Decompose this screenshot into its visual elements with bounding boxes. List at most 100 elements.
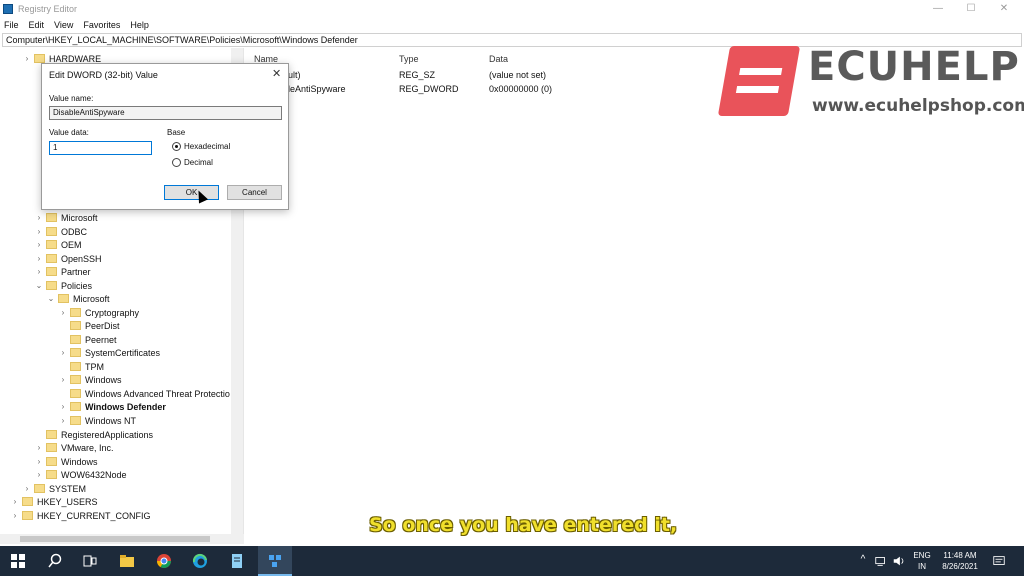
tree-item[interactable]: › HKEY_USERS xyxy=(10,495,98,508)
minimize-button[interactable]: — xyxy=(922,0,954,17)
tree-item-label: Windows xyxy=(85,374,122,385)
menu-edit[interactable]: Edit xyxy=(29,20,45,30)
tree-item[interactable]: › VMware, Inc. xyxy=(34,441,114,454)
value-row-name[interactable]: ult) xyxy=(288,70,301,80)
tree-item[interactable]: › SYSTEM xyxy=(22,482,86,495)
tree-item[interactable]: › Cryptography xyxy=(58,306,139,319)
tree-item[interactable]: › Partner xyxy=(34,265,91,278)
action-center-icon[interactable] xyxy=(992,553,1006,569)
volume-icon[interactable] xyxy=(892,553,906,569)
dialog-close-icon[interactable]: ✕ xyxy=(272,67,281,80)
value-name-label: Value name: xyxy=(49,94,94,103)
decimal-label: Decimal xyxy=(184,158,213,167)
tree-item[interactable]: Peernet xyxy=(58,333,117,346)
tree-item-label: ODBC xyxy=(61,226,88,237)
tree-item[interactable]: ⌄ Microsoft xyxy=(46,292,110,305)
tree-item-label: Cryptography xyxy=(85,307,140,318)
hexadecimal-radio[interactable]: Hexadecimal xyxy=(172,142,230,151)
folder-icon xyxy=(34,54,45,63)
folder-icon xyxy=(70,375,81,384)
ok-button[interactable]: OK xyxy=(164,185,219,200)
notepad-icon[interactable] xyxy=(229,553,245,569)
chevron-right-icon[interactable]: › xyxy=(34,213,44,222)
chevron-right-icon[interactable]: › xyxy=(58,308,68,317)
task-view-icon[interactable] xyxy=(82,553,98,569)
value-name-field[interactable]: DisableAntiSpyware xyxy=(49,106,282,120)
column-header-data[interactable]: Data xyxy=(489,54,508,64)
chevron-right-icon[interactable]: › xyxy=(34,240,44,249)
chevron-down-icon[interactable]: ⌄ xyxy=(34,281,44,290)
clock[interactable]: 11:48 AM 8/26/2021 xyxy=(938,550,982,572)
chevron-right-icon[interactable]: › xyxy=(34,443,44,452)
chevron-right-icon[interactable]: › xyxy=(58,375,68,384)
tree-item[interactable]: Windows Advanced Threat Protectio xyxy=(58,387,230,400)
tree-item[interactable]: › Windows xyxy=(34,455,98,468)
start-windows-icon[interactable] xyxy=(10,553,26,569)
radio-selected-icon xyxy=(172,142,181,151)
maximize-button[interactable]: ☐ xyxy=(955,0,987,17)
tree-item-label: WOW6432Node xyxy=(61,469,127,480)
tree-item[interactable]: › OpenSSH xyxy=(34,252,102,265)
folder-icon xyxy=(46,443,57,452)
tree-item-label: PeerDist xyxy=(85,320,120,331)
tree-item[interactable]: › WOW6432Node xyxy=(34,468,127,481)
chevron-right-icon[interactable]: › xyxy=(58,416,68,425)
tree-item[interactable]: › Windows NT xyxy=(58,414,136,427)
menu-file[interactable]: File xyxy=(4,20,19,30)
tree-item-label: OpenSSH xyxy=(61,253,102,264)
value-data-label: Value data: xyxy=(49,128,89,137)
value-data-input[interactable]: 1 xyxy=(49,141,152,155)
folder-icon xyxy=(70,362,81,371)
folder-icon xyxy=(46,254,57,263)
chevron-right-icon[interactable]: › xyxy=(10,497,20,506)
tree-item[interactable]: › Windows Defender xyxy=(58,400,166,413)
chevron-right-icon[interactable]: › xyxy=(22,484,32,493)
folder-icon xyxy=(46,430,57,439)
input-language[interactable]: ENG IN xyxy=(910,550,934,572)
chevron-right-icon[interactable]: › xyxy=(34,457,44,466)
chevron-right-icon[interactable]: › xyxy=(34,254,44,263)
search-icon[interactable] xyxy=(47,553,63,569)
file-explorer-icon[interactable] xyxy=(119,553,135,569)
tree-item[interactable]: › HKEY_CURRENT_CONFIG xyxy=(10,509,151,522)
chevron-right-icon[interactable]: › xyxy=(10,511,20,520)
chevron-right-icon[interactable]: › xyxy=(22,54,32,63)
menu-help[interactable]: Help xyxy=(130,20,149,30)
chevron-right-icon[interactable]: › xyxy=(34,267,44,276)
edge-icon[interactable] xyxy=(192,553,208,569)
tree-item[interactable]: TPM xyxy=(58,360,104,373)
ecuhelp-url-text: www.ecuhelpshop.com xyxy=(812,96,1024,116)
menu-view[interactable]: View xyxy=(54,20,73,30)
tree-item[interactable]: PeerDist xyxy=(58,319,120,332)
tree-item[interactable]: › Windows xyxy=(58,373,122,386)
close-window-button[interactable]: ✕ xyxy=(988,0,1020,17)
value-row-name[interactable]: leAntiSpyware xyxy=(288,84,346,94)
registry-editor-taskbar-icon xyxy=(269,555,281,567)
tree-item[interactable]: › SystemCertificates xyxy=(58,346,160,359)
folder-icon xyxy=(46,281,57,290)
show-hidden-icons-icon[interactable]: ^ xyxy=(857,554,869,565)
chevron-right-icon[interactable]: › xyxy=(58,402,68,411)
column-header-type[interactable]: Type xyxy=(399,54,419,64)
tree-item[interactable]: ⌄ Policies xyxy=(34,279,92,292)
chevron-right-icon[interactable]: › xyxy=(34,470,44,479)
cancel-button[interactable]: Cancel xyxy=(227,185,282,200)
tree-item[interactable]: RegisteredApplications xyxy=(34,428,153,441)
tree-item[interactable]: › Microsoft xyxy=(34,211,98,224)
chevron-down-icon[interactable]: ⌄ xyxy=(46,294,56,303)
chevron-right-icon[interactable]: › xyxy=(58,348,68,357)
folder-icon xyxy=(70,416,81,425)
radio-unselected-icon xyxy=(172,158,181,167)
network-icon[interactable] xyxy=(874,553,888,569)
tree-item-label: HKEY_USERS xyxy=(37,496,98,507)
scroll-thumb[interactable] xyxy=(20,536,210,542)
folder-icon xyxy=(58,294,69,303)
chevron-right-icon[interactable]: › xyxy=(34,227,44,236)
tree-horizontal-scrollbar[interactable] xyxy=(0,534,244,544)
menu-favorites[interactable]: Favorites xyxy=(83,20,120,30)
chrome-icon[interactable] xyxy=(156,553,172,569)
decimal-radio[interactable]: Decimal xyxy=(172,158,213,167)
folder-icon xyxy=(46,213,57,222)
tree-item[interactable]: › ODBC xyxy=(34,225,87,238)
tree-item[interactable]: › OEM xyxy=(34,238,82,251)
